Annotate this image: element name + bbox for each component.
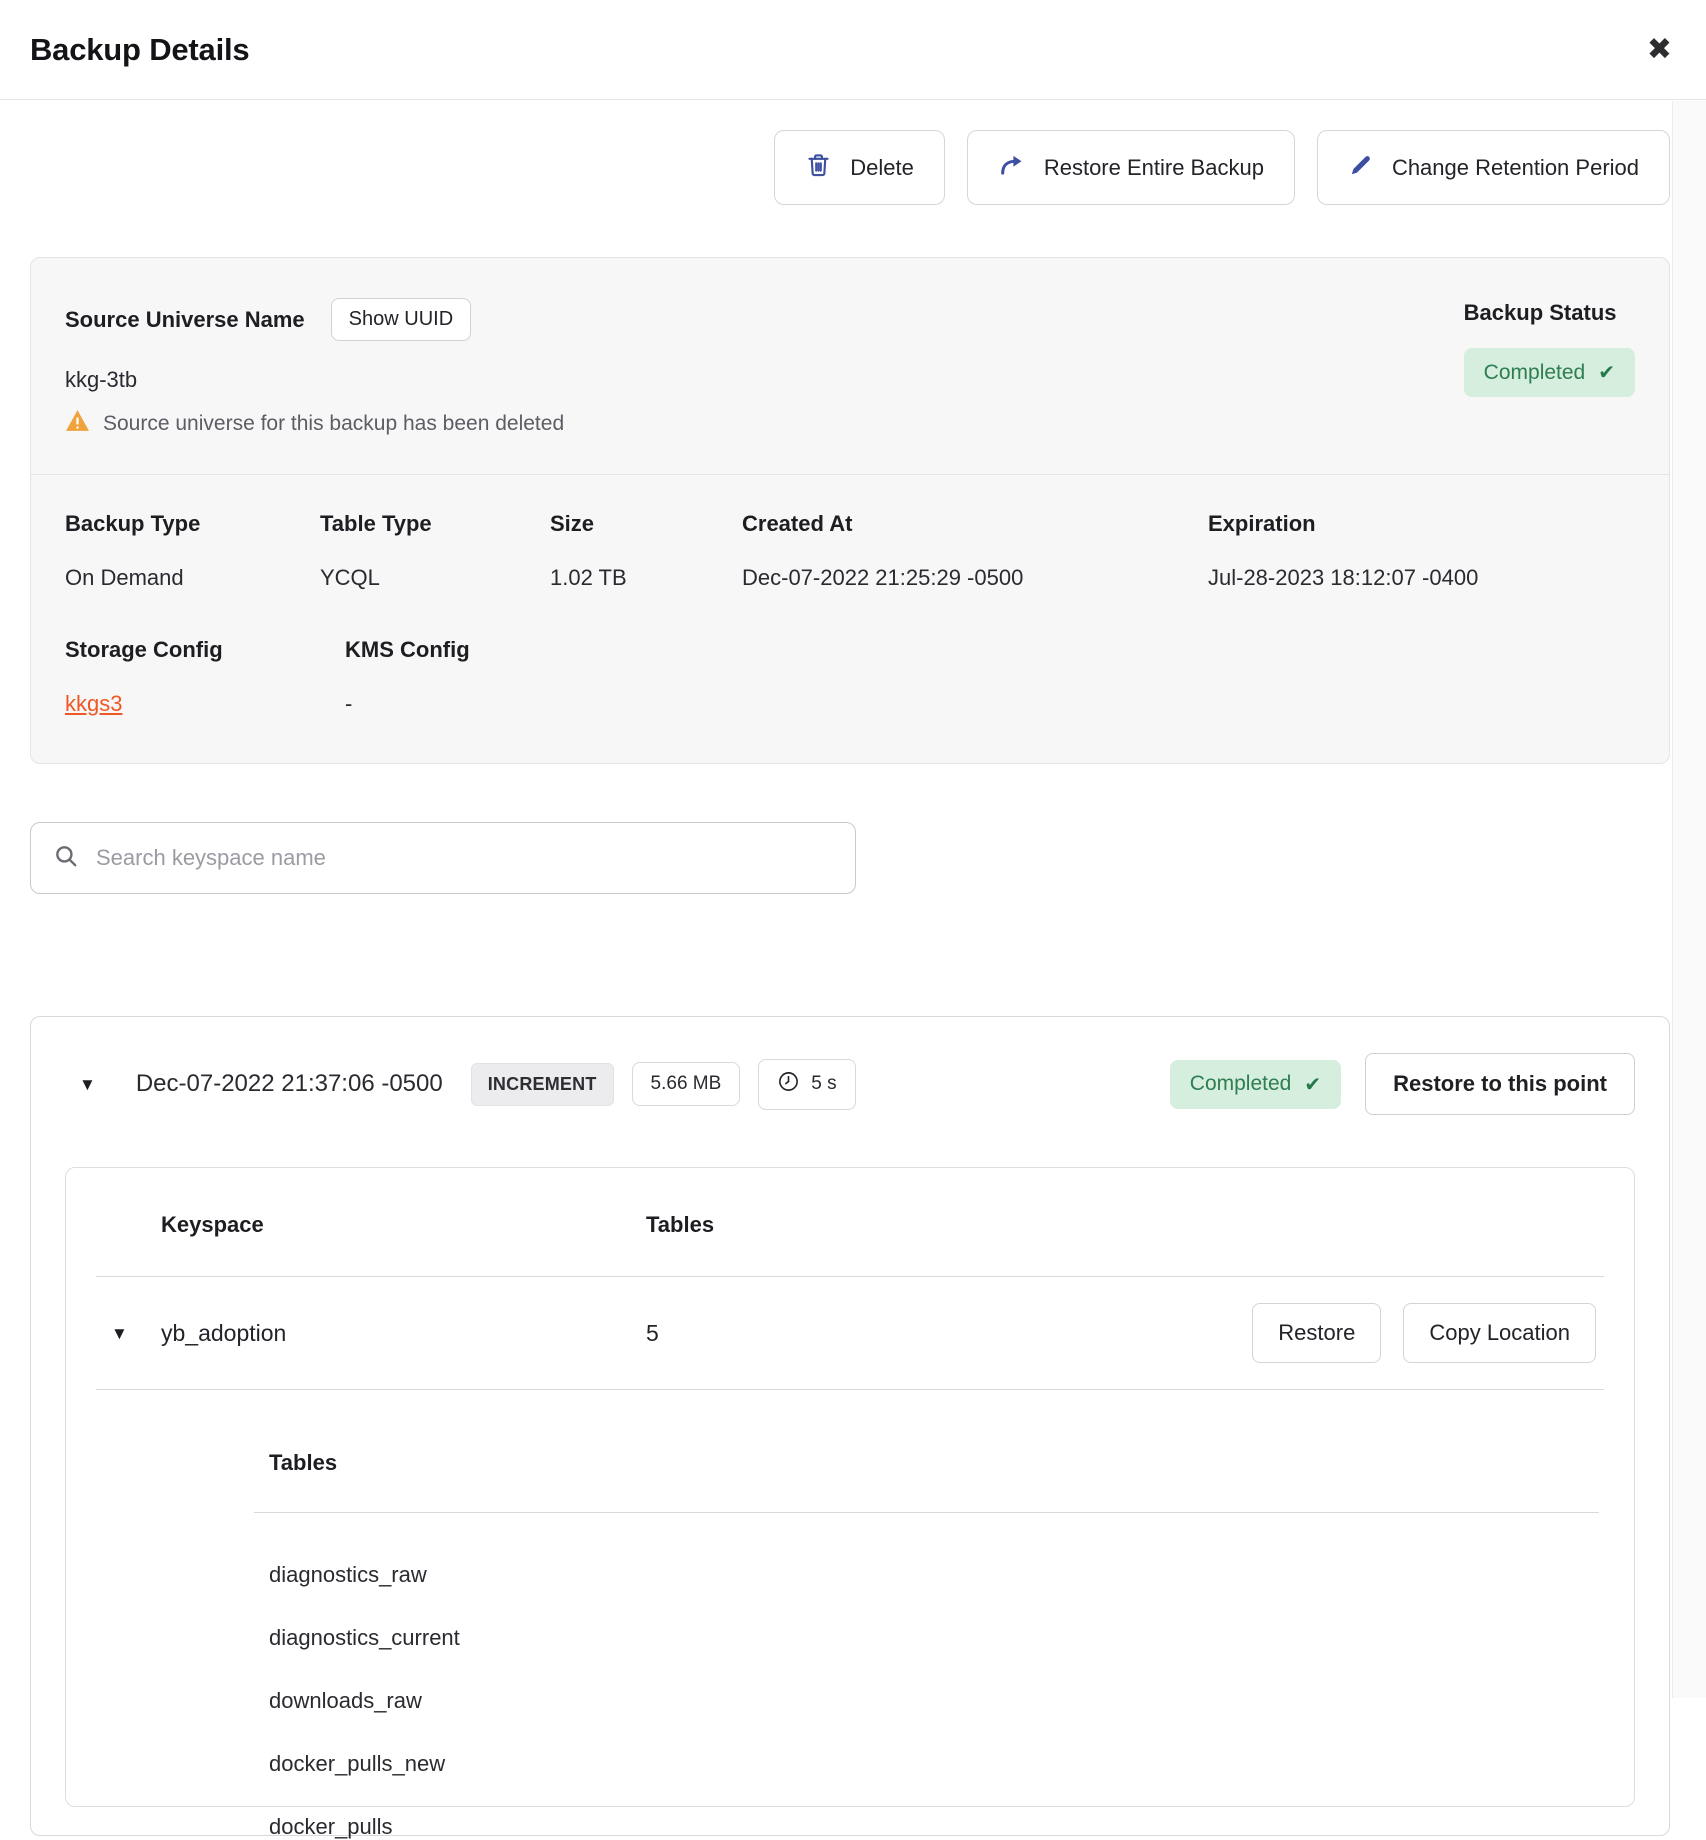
- status-badge: Completed ✔: [1464, 348, 1635, 397]
- keyspace-table-header: Keyspace Tables: [66, 1168, 1634, 1238]
- check-icon: ✔: [1304, 1072, 1321, 1097]
- field-table-type: Table Type YCQL: [320, 511, 550, 591]
- increment-status-text: Completed: [1190, 1072, 1292, 1096]
- list-item: downloads_raw: [269, 1651, 1599, 1714]
- backup-status-label: Backup Status: [1464, 300, 1617, 326]
- show-uuid-button[interactable]: Show UUID: [331, 298, 471, 341]
- increment-type-badge: INCREMENT: [471, 1063, 614, 1106]
- restore-entire-backup-label: Restore Entire Backup: [1044, 155, 1264, 181]
- divider: [254, 1512, 1599, 1513]
- warning-icon: [65, 409, 90, 438]
- tables-count: 5: [646, 1320, 659, 1347]
- field-size: Size 1.02 TB: [550, 511, 742, 591]
- caret-down-icon[interactable]: ▼: [79, 1076, 96, 1093]
- increment-status-badge: Completed ✔: [1170, 1060, 1341, 1109]
- nested-tables-header: Tables: [269, 1450, 1599, 1476]
- check-icon: ✔: [1598, 360, 1615, 385]
- copy-location-button[interactable]: Copy Location: [1403, 1303, 1596, 1363]
- field-label: Created At: [742, 511, 1208, 537]
- restore-arrow-icon: [998, 151, 1026, 185]
- keyspace-column-header: Keyspace: [161, 1212, 646, 1238]
- field-label: Expiration: [1208, 511, 1478, 537]
- change-retention-period-button[interactable]: Change Retention Period: [1317, 130, 1670, 205]
- action-toolbar: Delete Restore Entire Backup Change Rete…: [30, 130, 1670, 205]
- field-created-at: Created At Dec-07-2022 21:25:29 -0500: [742, 511, 1208, 591]
- list-item: diagnostics_current: [269, 1588, 1599, 1651]
- status-badge-text: Completed: [1484, 361, 1586, 385]
- tables-list: diagnostics_raw diagnostics_current down…: [269, 1525, 1599, 1840]
- page-title: Backup Details: [30, 32, 249, 68]
- modal-header: Backup Details ✖: [0, 0, 1706, 100]
- delete-button[interactable]: Delete: [774, 130, 945, 205]
- caret-down-icon[interactable]: ▼: [111, 1325, 161, 1342]
- modal-body: Delete Restore Entire Backup Change Rete…: [0, 130, 1706, 1836]
- backup-status-block: Backup Status Completed ✔: [1464, 298, 1635, 438]
- tables-column-header: Tables: [646, 1212, 714, 1238]
- trash-icon: [805, 151, 832, 185]
- list-item: docker_pulls_new: [269, 1714, 1599, 1777]
- restore-to-this-point-button[interactable]: Restore to this point: [1365, 1053, 1635, 1115]
- increment-size-chip: 5.66 MB: [632, 1062, 741, 1106]
- field-value: Jul-28-2023 18:12:07 -0400: [1208, 565, 1478, 591]
- pencil-icon: [1348, 152, 1374, 184]
- increment-header: ▼ Dec-07-2022 21:37:06 -0500 INCREMENT 5…: [31, 1017, 1669, 1115]
- increment-duration-chip: 5 s: [758, 1059, 855, 1110]
- field-expiration: Expiration Jul-28-2023 18:12:07 -0400: [1208, 511, 1478, 591]
- backup-summary-panel: Source Universe Name Show UUID kkg-3tb S…: [30, 257, 1670, 764]
- scrollbar-track[interactable]: [1672, 101, 1706, 1698]
- increment-duration: 5 s: [811, 1073, 836, 1095]
- keyspace-table-card: Keyspace Tables ▼ yb_adoption 5 Restore …: [65, 1167, 1635, 1807]
- increment-backup-card: ▼ Dec-07-2022 21:37:06 -0500 INCREMENT 5…: [30, 1016, 1670, 1836]
- field-kms-config: KMS Config -: [345, 637, 470, 717]
- field-label: KMS Config: [345, 637, 470, 663]
- keyspace-search-box: [30, 822, 856, 894]
- universe-deleted-warning: Source universe for this backup has been…: [103, 412, 564, 436]
- increment-timestamp: Dec-07-2022 21:37:06 -0500: [136, 1070, 443, 1098]
- restore-keyspace-button[interactable]: Restore: [1252, 1303, 1381, 1363]
- increment-size: 5.66 MB: [651, 1073, 722, 1095]
- keyspace-name: yb_adoption: [161, 1320, 646, 1347]
- field-label: Backup Type: [65, 511, 320, 537]
- nested-tables-section: Tables diagnostics_raw diagnostics_curre…: [66, 1390, 1634, 1840]
- delete-button-label: Delete: [850, 155, 914, 181]
- clock-icon: [777, 1070, 800, 1099]
- search-input[interactable]: [96, 845, 833, 871]
- table-row: ▼ yb_adoption 5 Restore Copy Location: [66, 1277, 1634, 1389]
- field-label: Size: [550, 511, 742, 537]
- restore-entire-backup-button[interactable]: Restore Entire Backup: [967, 130, 1295, 205]
- source-universe-label: Source Universe Name: [65, 307, 305, 333]
- field-label: Storage Config: [65, 637, 345, 663]
- field-storage-config: Storage Config kkgs3: [65, 637, 345, 717]
- list-item: diagnostics_raw: [269, 1525, 1599, 1588]
- field-value: On Demand: [65, 565, 320, 591]
- field-value: 1.02 TB: [550, 565, 742, 591]
- field-backup-type: Backup Type On Demand: [65, 511, 320, 591]
- field-value: -: [345, 691, 470, 717]
- config-fields: Storage Config kkgs3 KMS Config -: [65, 637, 1635, 717]
- field-value: Dec-07-2022 21:25:29 -0500: [742, 565, 1208, 591]
- field-value: YCQL: [320, 565, 550, 591]
- search-icon: [53, 843, 79, 874]
- backup-detail-fields: Backup Type On Demand Table Type YCQL Si…: [65, 511, 1635, 591]
- close-icon[interactable]: ✖: [1647, 35, 1672, 65]
- universe-name: kkg-3tb: [65, 367, 564, 393]
- list-item: docker_pulls: [269, 1777, 1599, 1840]
- source-universe-block: Source Universe Name Show UUID kkg-3tb S…: [65, 298, 564, 438]
- change-retention-period-label: Change Retention Period: [1392, 155, 1639, 181]
- field-label: Table Type: [320, 511, 550, 537]
- storage-config-link[interactable]: kkgs3: [65, 691, 122, 716]
